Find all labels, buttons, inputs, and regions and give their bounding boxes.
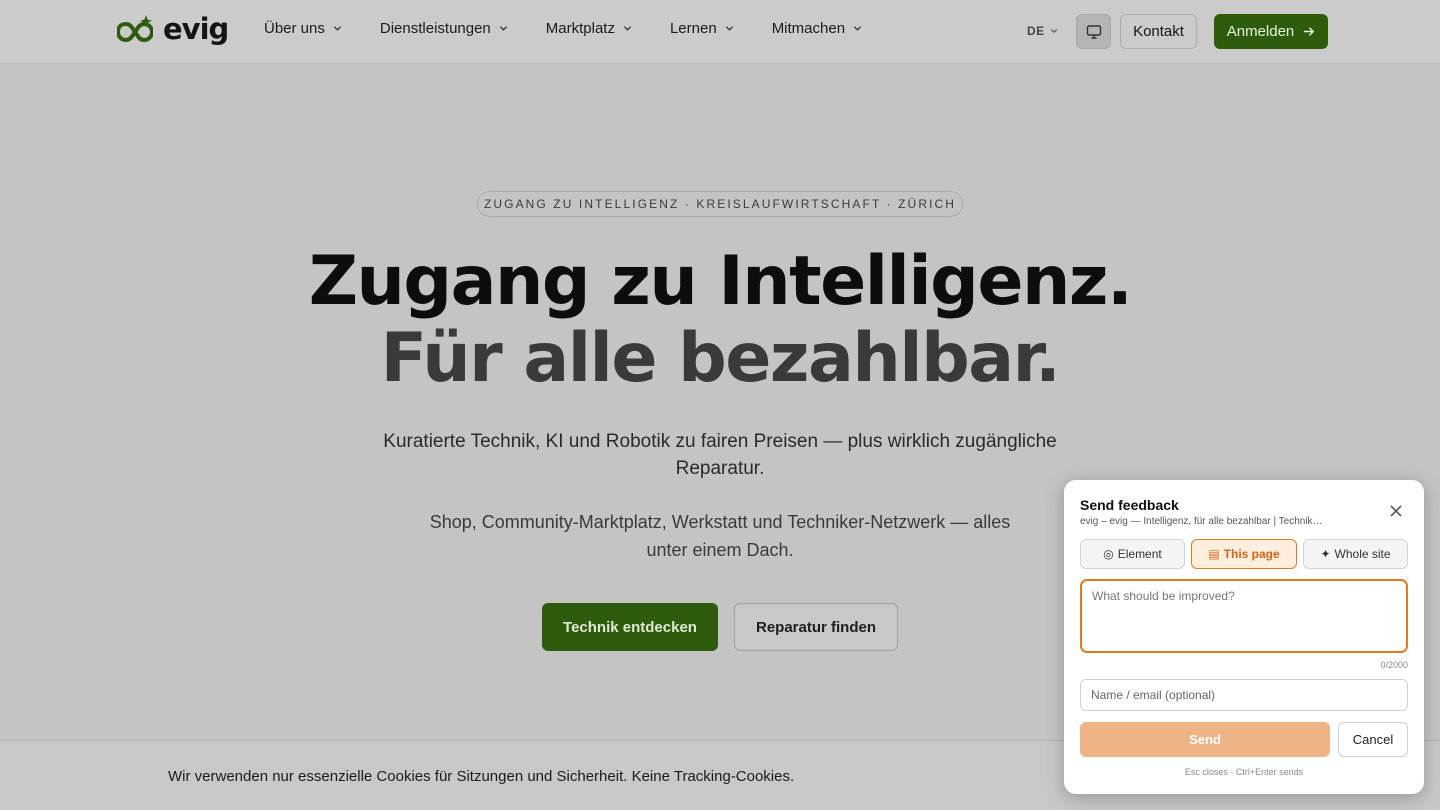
nav-item-dienstleistungen[interactable]: Dienstleistungen [380, 20, 508, 37]
kontakt-button[interactable]: Kontakt [1120, 14, 1197, 49]
language-label: DE [1027, 24, 1045, 38]
target-icon: ◎ [1103, 547, 1114, 561]
hero-lead: Kuratierte Technik, KI und Robotik zu fa… [383, 431, 1057, 479]
scope-this-page-button[interactable]: ▤ This page [1191, 539, 1297, 569]
reparatur-finden-button[interactable]: Reparatur finden [734, 603, 898, 651]
scope-label: This page [1223, 547, 1280, 561]
keyboard-hint: Esc closes · Ctrl+Enter sends [1184, 767, 1304, 777]
monitor-icon [1086, 24, 1101, 39]
anmelden-button[interactable]: Anmelden [1214, 14, 1328, 49]
nav-item-lernen[interactable]: Lernen [670, 20, 734, 37]
send-button[interactable]: Send [1080, 722, 1330, 757]
logo-text: evig [163, 12, 229, 46]
site-header: evig Über uns Dienstleistungen Marktplat… [0, 0, 1440, 64]
feedback-message-input[interactable] [1080, 579, 1408, 653]
hero-eyebrow: ZUGANG ZU INTELLIGENZ · KREISLAUFWIRTSCH… [477, 191, 963, 217]
dialog-subtitle: evig – evig — Intelligenz, für alle beza… [1080, 516, 1323, 527]
infinity-logo-icon [117, 15, 153, 43]
technik-entdecken-button[interactable]: Technik entdecken [542, 603, 718, 651]
nav-item-label: Über uns [264, 20, 325, 37]
chevron-down-icon [725, 26, 733, 31]
name-email-input[interactable] [1080, 679, 1408, 711]
sparkle-icon: ✦ [1320, 547, 1331, 561]
nav-item-label: Dienstleistungen [379, 20, 491, 37]
chevron-down-icon [853, 26, 862, 31]
character-count: 0/2000 [1380, 660, 1408, 670]
logo[interactable]: evig [117, 12, 229, 46]
dialog-title: Send feedback [1080, 497, 1179, 513]
language-selector[interactable]: DE [1027, 24, 1058, 38]
scope-label: Element [1117, 547, 1162, 561]
cookie-text: Wir verwenden nur essenzielle Cookies fü… [168, 768, 795, 785]
scope-whole-site-button[interactable]: ✦ Whole site [1303, 539, 1408, 569]
chevron-down-icon [1050, 28, 1057, 34]
anmelden-label: Anmelden [1226, 23, 1295, 40]
display-mode-button[interactable] [1076, 14, 1111, 49]
chevron-down-icon [499, 26, 507, 31]
page-icon: ▤ [1208, 547, 1220, 561]
nav-item-ueber-uns[interactable]: Über uns [264, 20, 342, 37]
main-nav: Über uns Dienstleistungen Marktplatz Ler… [264, 20, 862, 37]
hero-headline-line2: Für alle bezahlbar. [380, 319, 1061, 398]
nav-item-label: Mitmachen [771, 20, 846, 37]
cancel-button[interactable]: Cancel [1338, 722, 1408, 757]
hero-headline-line1: Zugang zu Intelligenz. [308, 242, 1133, 321]
close-icon[interactable] [1388, 503, 1404, 519]
feedback-dialog: Send feedback evig – evig — Intelligenz,… [1064, 480, 1424, 794]
nav-item-mitmachen[interactable]: Mitmachen [772, 20, 862, 37]
chevron-down-icon [623, 26, 632, 31]
chevron-down-icon [333, 26, 342, 31]
nav-item-label: Marktplatz [545, 20, 615, 37]
scope-element-button[interactable]: ◎ Element [1080, 539, 1185, 569]
scope-label: Whole site [1334, 547, 1391, 561]
arrow-right-icon [1304, 27, 1315, 36]
nav-item-label: Lernen [669, 20, 717, 37]
hero-subline: Shop, Community-Marktplatz, Werkstatt un… [429, 512, 1011, 560]
nav-item-marktplatz[interactable]: Marktplatz [546, 20, 632, 37]
